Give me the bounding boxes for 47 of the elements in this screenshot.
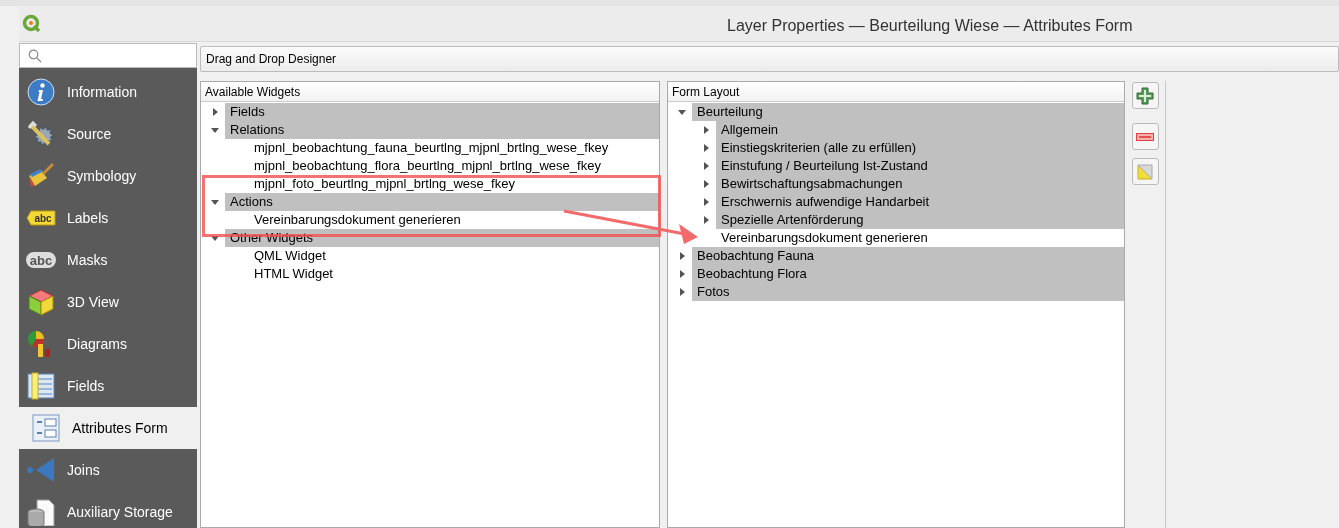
- tree-group[interactable]: Actions: [225, 193, 659, 211]
- collapse-arrow-icon[interactable]: [678, 109, 686, 115]
- info-icon: [27, 78, 55, 106]
- tree-group[interactable]: Fields: [225, 103, 659, 121]
- tree-group[interactable]: Fotos: [692, 283, 1124, 301]
- tree-group[interactable]: Einstiegskriterien (alle zu erfüllen): [716, 139, 1124, 157]
- tree-group[interactable]: Beurteilung: [692, 103, 1124, 121]
- triangle-icon: [1137, 163, 1153, 180]
- expand-arrow-icon[interactable]: [703, 162, 709, 170]
- tree-group[interactable]: Relations: [225, 121, 659, 139]
- editor-type-dropdown[interactable]: Drag and Drop Designer: [200, 46, 1339, 72]
- expand-arrow-icon[interactable]: [703, 144, 709, 152]
- form-layout-icon: [32, 414, 60, 442]
- mask-text-icon: abc: [25, 251, 57, 269]
- wrench-gear-icon: [27, 120, 55, 148]
- expand-arrow-icon[interactable]: [212, 108, 218, 116]
- tree-group[interactable]: Allgemein: [716, 121, 1124, 139]
- tree-group[interactable]: Einstufung / Beurteilung Ist-Zustand: [716, 157, 1124, 175]
- tree-group[interactable]: Erschwernis aufwendige Handarbeit: [716, 193, 1124, 211]
- tree-group[interactable]: Bewirtschaftungsabmachungen: [716, 175, 1124, 193]
- add-container-button[interactable]: [1131, 82, 1159, 109]
- collapse-arrow-icon[interactable]: [211, 199, 219, 205]
- collapse-arrow-icon[interactable]: [211, 127, 219, 133]
- tree-group[interactable]: Beobachtung Fauna: [692, 247, 1124, 265]
- window-title: Layer Properties — Beurteilung Wiese — Attributes Form: [727, 16, 1133, 36]
- expand-arrow-icon[interactable]: [703, 180, 709, 188]
- search-field[interactable]: [19, 43, 197, 68]
- table-columns-icon: [27, 372, 55, 400]
- expand-arrow-icon[interactable]: [703, 216, 709, 224]
- search-icon: [28, 48, 42, 63]
- expand-arrow-icon[interactable]: [703, 198, 709, 206]
- join-arrow-icon: [26, 456, 56, 484]
- collapse-arrow-icon[interactable]: [211, 235, 219, 241]
- expand-arrow-icon[interactable]: [703, 126, 709, 134]
- minus-icon: [1136, 132, 1154, 141]
- app-logo-icon: [22, 13, 42, 34]
- expand-arrow-icon[interactable]: [679, 270, 685, 278]
- sidebar-item[interactable]: Attributes Form: [19, 407, 197, 449]
- tree-group[interactable]: Beobachtung Flora: [692, 265, 1124, 283]
- remove-button[interactable]: [1131, 123, 1159, 150]
- label-tag-icon: abc: [26, 210, 56, 226]
- database-document-icon: [27, 498, 55, 526]
- plus-icon: [1136, 86, 1154, 105]
- cube-icon: [27, 288, 55, 316]
- tree-group[interactable]: Spezielle Artenförderung: [716, 211, 1124, 229]
- expand-arrow-icon[interactable]: [679, 288, 685, 296]
- expand-arrow-icon[interactable]: [679, 252, 685, 260]
